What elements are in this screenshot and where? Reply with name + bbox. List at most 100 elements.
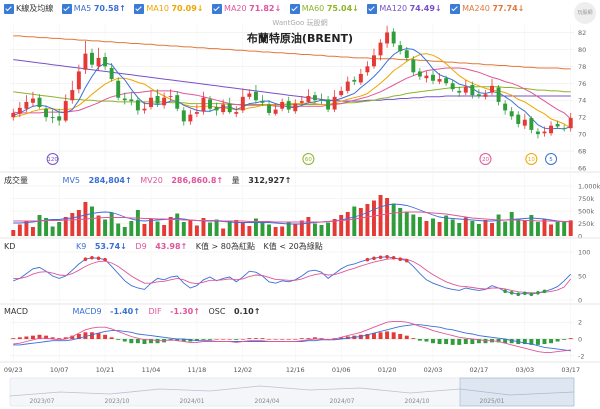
volume-bar [90, 206, 94, 236]
volume-bar [424, 221, 429, 236]
candle-body [411, 59, 416, 73]
osc-bar [247, 338, 252, 339]
volume-bar [463, 217, 468, 236]
legend-ma20[interactable]: MA20 71.82↓ [212, 3, 281, 14]
checkbox-icon[interactable] [134, 3, 145, 14]
osc-bar [280, 339, 285, 340]
volume-bar [17, 224, 22, 236]
candle-body [404, 50, 409, 58]
navigator-selection [459, 377, 575, 407]
checkbox-icon[interactable] [450, 3, 461, 14]
kd-tick-label: 50 [578, 273, 586, 281]
volume-bar [175, 213, 180, 236]
price-tick-label: 80 [578, 46, 586, 54]
candle-body [201, 97, 206, 112]
candle-body [372, 55, 376, 67]
osc-bar [535, 339, 540, 345]
checkbox-icon[interactable] [61, 3, 72, 14]
candle-body [555, 123, 560, 127]
osc-bar [378, 332, 383, 339]
candle-body [103, 57, 108, 67]
navigator-date-label: 2023/07 [30, 398, 55, 405]
candle-body [90, 52, 94, 65]
volume-bar [214, 219, 219, 236]
volume-bar [306, 217, 311, 236]
candle-body [135, 100, 140, 111]
navigator-date-label: 2024/10 [405, 398, 430, 405]
volume-bar [549, 224, 554, 236]
candle-body [463, 86, 468, 93]
legend-ma240[interactable]: MA240 77.74↓ [450, 3, 524, 14]
legend-ma120[interactable]: MA120 74.49↓ [367, 3, 442, 14]
volume-bar [358, 208, 363, 236]
volume-bar [155, 221, 160, 236]
osc-bar [240, 339, 245, 340]
macd-tick-label: 2 [578, 319, 582, 327]
candle-body [503, 103, 508, 111]
volume-bar [339, 215, 344, 236]
candle-body [326, 99, 331, 110]
candle-body [168, 96, 173, 97]
candle-body [470, 84, 475, 96]
volume-bar [437, 222, 442, 236]
kd-legend: KD K9 53.74↓ D9 43.98↑ K值 > 80為紅點 K值 < 2… [4, 242, 323, 251]
candle-body [562, 128, 567, 130]
candle-body [299, 101, 304, 103]
candle-body [175, 95, 180, 109]
candle-body [417, 71, 422, 77]
kd-oversold-dot [529, 292, 534, 297]
volume-bar [260, 222, 265, 236]
candle-body [44, 108, 49, 118]
candle-body [358, 73, 363, 83]
volume-bar [299, 220, 304, 236]
watermark: WantGoo 玩股網 [272, 19, 328, 27]
candle-body [24, 101, 29, 109]
osc-bar [129, 339, 134, 344]
price-tick-label: 66 [578, 165, 586, 173]
volume-bar [326, 222, 331, 236]
volume-bar [247, 226, 252, 236]
osc-bar [568, 338, 573, 339]
volume-bar [57, 222, 62, 236]
navigator-date-label: 2023/10 [105, 398, 130, 405]
volume-bar [103, 219, 108, 236]
kd-overbought-dot [378, 255, 383, 260]
volume-bar [70, 213, 75, 236]
volume-bar [149, 218, 153, 236]
x-axis-date-label: 12/02 [233, 366, 252, 374]
volume-bar [30, 227, 35, 236]
osc-bar [431, 339, 435, 344]
candle-body [332, 96, 337, 110]
candle-body [339, 90, 344, 96]
navigator-date-label: 2024/07 [330, 398, 355, 405]
checkbox-icon[interactable] [367, 3, 378, 14]
checkbox-icon[interactable] [212, 3, 223, 14]
osc-bar [470, 339, 475, 345]
legend-ma10[interactable]: MA10 70.09↓ [134, 3, 204, 14]
legend-ma60[interactable]: MA60 75.04↓ [289, 3, 359, 14]
kd-oversold-dot [509, 291, 514, 295]
legend-ma5[interactable]: MA5 70.58↑ [61, 3, 126, 14]
kd-oversold-dot [516, 292, 521, 297]
osc-bar [260, 338, 265, 339]
candle-body [267, 104, 272, 113]
candle-body [247, 93, 252, 97]
osc-bar [221, 339, 226, 340]
osc-bar [424, 339, 429, 342]
kd-overbought-dot [103, 257, 107, 262]
candle-body [306, 96, 311, 102]
osc-bar [385, 331, 390, 339]
candle-body [286, 101, 291, 110]
osc-bar [463, 339, 468, 345]
legend-kline[interactable]: K線及均線 [4, 3, 53, 14]
kd-overbought-dot [385, 254, 389, 259]
osc-bar [83, 332, 88, 339]
candle-body [109, 68, 114, 80]
event-marker-label: 10 [528, 157, 535, 163]
volume-bar [194, 225, 199, 236]
checkbox-icon[interactable] [4, 3, 14, 14]
checkbox-icon[interactable] [289, 3, 300, 14]
volume-bar [240, 223, 245, 236]
osc-bar [11, 338, 16, 339]
volume-bar [391, 203, 396, 236]
